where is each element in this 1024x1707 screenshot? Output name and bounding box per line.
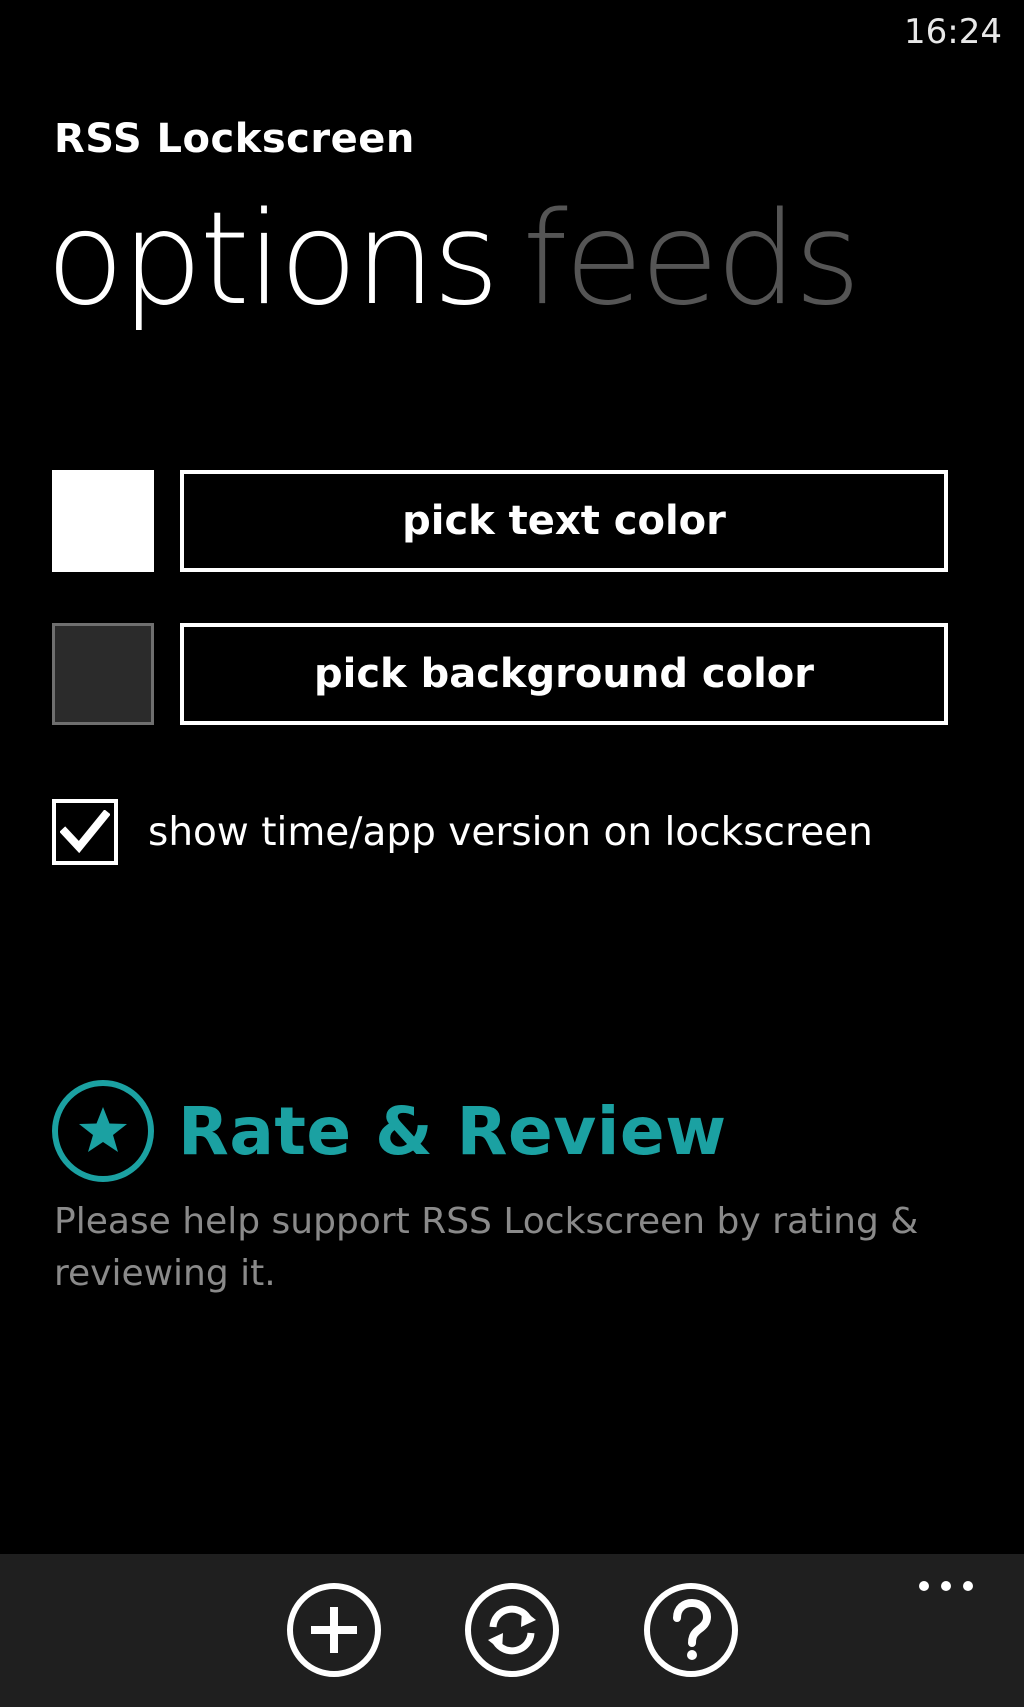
tab-options[interactable]: options bbox=[46, 196, 499, 324]
pick-background-color-button[interactable]: pick background color bbox=[180, 623, 948, 725]
sync-icon[interactable] bbox=[462, 1580, 562, 1680]
background-color-swatch bbox=[52, 623, 154, 725]
add-icon[interactable] bbox=[284, 1580, 384, 1680]
star-icon bbox=[52, 1080, 154, 1182]
more-dots-icon[interactable] bbox=[918, 1580, 974, 1592]
pivot-header: options feeds bbox=[46, 196, 861, 324]
pick-text-color-button[interactable]: pick text color bbox=[180, 470, 948, 572]
checkmark-icon bbox=[60, 810, 110, 854]
background-color-row: pick background color bbox=[52, 623, 948, 725]
rate-review-title: Rate & Review bbox=[178, 1092, 727, 1170]
status-time: 16:24 bbox=[904, 12, 1002, 52]
app-title: RSS Lockscreen bbox=[54, 116, 415, 162]
text-color-swatch bbox=[52, 470, 154, 572]
rate-review-description: Please help support RSS Lockscreen by ra… bbox=[54, 1201, 919, 1294]
rate-review-header[interactable]: Rate & Review bbox=[50, 1078, 727, 1184]
app-bar bbox=[0, 1554, 1024, 1707]
tab-feeds[interactable]: feeds bbox=[522, 196, 860, 324]
text-color-row: pick text color bbox=[52, 470, 948, 572]
show-time-checkbox[interactable] bbox=[52, 799, 118, 865]
show-time-option[interactable]: show time/app version on lockscreen bbox=[52, 797, 873, 867]
help-icon[interactable] bbox=[641, 1580, 741, 1680]
show-time-label: show time/app version on lockscreen bbox=[148, 809, 873, 855]
